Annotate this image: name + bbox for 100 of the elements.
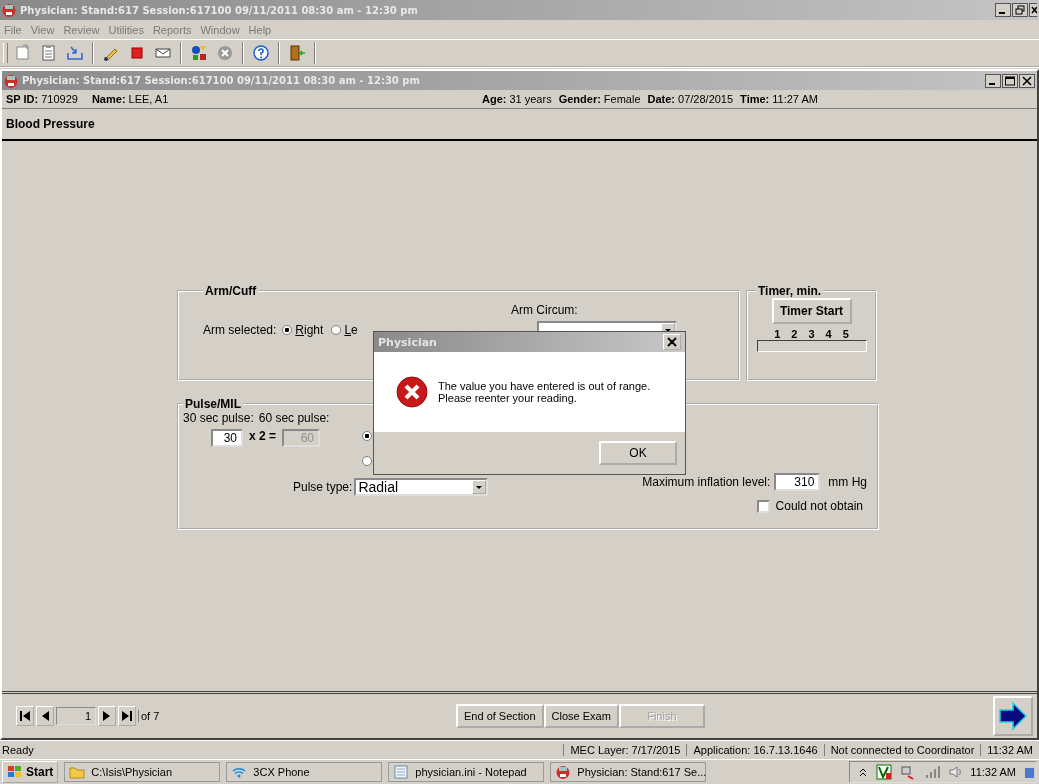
next-page-button[interactable] <box>98 706 116 726</box>
shapes-icon <box>190 44 208 62</box>
radio-button[interactable] <box>282 325 293 335</box>
group-label: Arm/Cuff <box>204 284 258 298</box>
multiplier-label: x 2 = <box>249 429 277 443</box>
field-value: 710929 <box>41 93 78 105</box>
close-icon <box>1029 3 1037 17</box>
field-label: Maximum inflation level: <box>642 475 771 489</box>
start-button[interactable]: Start <box>2 761 59 783</box>
group-label: Pulse/MIL <box>184 397 242 411</box>
field-label: Time: <box>740 93 770 105</box>
next-section-button[interactable] <box>993 696 1033 736</box>
taskbar-label: 3CX Phone <box>253 766 310 778</box>
document-icon <box>14 44 32 62</box>
radio-button[interactable] <box>362 456 373 466</box>
option-label: Right <box>295 323 324 337</box>
taskbar-item[interactable]: Physician: Stand:617 Se... <box>550 762 707 782</box>
previous-page-button[interactable] <box>36 706 54 726</box>
section-title: Blood Pressure <box>6 117 95 131</box>
dialog-title: Physician <box>378 335 437 349</box>
status-text: MEC Layer: 7/17/2015 <box>563 744 687 756</box>
speaker-icon <box>948 765 963 779</box>
field-label: Arm Circum: <box>511 303 579 317</box>
clock-text: 11:32 AM <box>970 766 1016 778</box>
last-page-button[interactable] <box>118 706 136 726</box>
field-label: Name: <box>91 93 126 105</box>
taskbar-item[interactable]: physician.ini - Notepad <box>388 762 545 782</box>
taskbar-label: C:\Isis\Physician <box>91 766 173 778</box>
field-value: 07/28/2015 <box>678 93 734 105</box>
tick-label: 2 <box>791 328 798 340</box>
first-page-icon <box>18 709 32 723</box>
message-text: Please reenter your reading. <box>438 392 578 404</box>
field-label: 30 sec pulse: <box>183 411 254 425</box>
tray-arrow-icon <box>66 44 84 62</box>
field-label: Arm selected: <box>203 323 277 337</box>
taskbar-item[interactable]: 3CX Phone <box>226 762 383 782</box>
clipboard-icon <box>40 44 58 62</box>
status-text: 11:32 AM <box>980 744 1039 756</box>
inflation-field[interactable]: 310 <box>774 473 821 491</box>
tray-app-icon <box>876 764 893 780</box>
field-label: Gender: <box>558 93 601 105</box>
exit-door-icon <box>288 44 306 62</box>
start-label: Start <box>26 765 54 779</box>
toolbar-button[interactable] <box>250 42 272 64</box>
tick-label: 1 <box>774 328 781 340</box>
option-label: Le <box>344 323 358 337</box>
radio-button[interactable] <box>362 431 373 441</box>
checkbox[interactable] <box>756 499 770 513</box>
last-page-icon <box>120 709 134 723</box>
notepad-icon <box>393 764 410 780</box>
dropdown[interactable]: Radial <box>354 478 489 496</box>
field-value: 11:27 AM <box>772 93 818 105</box>
field-label: Pulse type: <box>293 480 353 494</box>
checkbox-label: Could not obtain <box>775 499 863 513</box>
error-icon <box>396 376 428 408</box>
page-field[interactable]: 1 <box>56 707 96 725</box>
tick-label: 3 <box>808 328 815 340</box>
action-button[interactable]: End of Section <box>456 704 544 728</box>
status-text: Ready <box>1 744 35 756</box>
close-icon <box>666 336 678 348</box>
ok-button[interactable]: OK <box>599 441 677 465</box>
pulse-field[interactable]: 30 <box>211 429 243 447</box>
field-label: 60 sec pulse: <box>258 411 330 425</box>
taskbar-label: physician.ini - Notepad <box>415 766 527 778</box>
maximize-icon <box>1002 73 1018 88</box>
field-label: SP ID: <box>6 93 39 105</box>
minimize-icon <box>985 73 1001 88</box>
status-text: Application: 16.7.13.1646 <box>686 744 824 756</box>
field-value: 31 years <box>509 93 552 105</box>
pulse-field: 60 <box>282 429 321 447</box>
timer-start-button[interactable]: Timer Start <box>771 298 852 324</box>
status-text: Not connected to Coordinator <box>823 744 981 756</box>
stop-icon <box>128 44 146 62</box>
radio-button[interactable] <box>331 325 342 335</box>
dropdown-arrow-button[interactable] <box>472 480 487 494</box>
field-value: Female <box>603 93 641 105</box>
message-text: The value you have entered is out of range. <box>438 380 651 392</box>
windows-logo-icon <box>7 765 23 779</box>
first-page-button[interactable] <box>16 706 34 726</box>
field-value: LEE, A1 <box>128 93 169 105</box>
action-button[interactable]: Close Exam <box>543 704 619 728</box>
taskbar-label: Physician: Stand:617 Se... <box>577 766 707 778</box>
window-title: Physician: Stand:617 Session:617100 09/11/2011 08:30 am - 12:30 pm <box>20 4 418 16</box>
close-button[interactable] <box>663 334 681 350</box>
signal-icon <box>924 765 941 779</box>
tick-label: 5 <box>842 328 849 340</box>
field-label: Age: <box>482 93 507 105</box>
unit-label: mm Hg <box>828 475 867 489</box>
page-count: of 7 <box>138 710 160 722</box>
help-icon <box>252 44 270 62</box>
minimize-icon <box>995 3 1011 17</box>
group-label: Timer, min. <box>757 284 823 298</box>
taskbar-item[interactable]: C:\Isis\Physician <box>64 762 221 782</box>
arrow-icon <box>998 701 1028 731</box>
field-label: Date: <box>647 93 676 105</box>
folder-icon <box>69 764 86 780</box>
tick-label: 4 <box>825 328 832 340</box>
close-icon <box>1019 73 1035 88</box>
window-title: Physician: Stand:617 Session:617100 09/11/2011 08:30 am - 12:30 pm <box>22 75 420 86</box>
cancel-icon <box>216 44 234 62</box>
